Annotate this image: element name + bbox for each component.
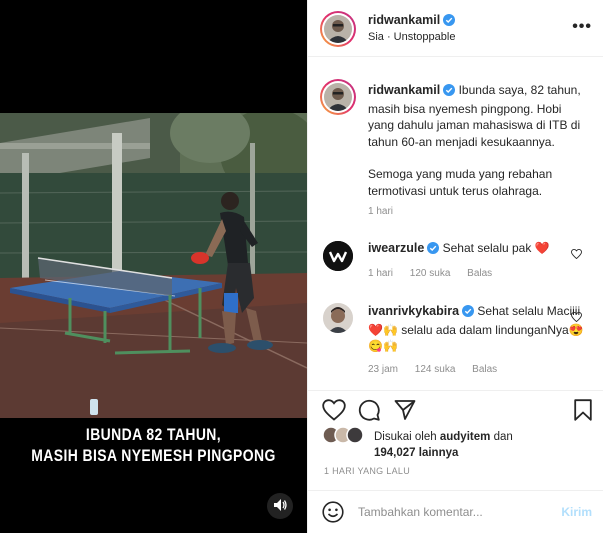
avatar: [324, 83, 352, 111]
caption-meta: 1 hari: [368, 206, 407, 217]
comment-meta: 23 jam 124 suka Balas: [368, 364, 511, 375]
likes-user[interactable]: audyitem: [440, 431, 491, 443]
comment-reply-button[interactable]: Balas: [472, 364, 497, 375]
paper-plane-icon[interactable]: [394, 399, 416, 424]
comments-list: ridwankamil Ibunda saya, 82 tahun, masih…: [308, 58, 603, 390]
verified-badge-icon: [427, 242, 440, 259]
comment-text-block: iwearzule Sehat selalu pak ❤️: [368, 240, 588, 259]
verified-badge-icon: [443, 84, 456, 101]
comment-icon[interactable]: [358, 399, 380, 424]
likes-summary: Disukai oleh audyitem dan 194,027 lainny…: [374, 429, 574, 461]
comment-avatar[interactable]: [323, 303, 353, 333]
likes-prefix: Disukai oleh: [374, 431, 437, 443]
audio-label[interactable]: Sia · Unstoppable: [368, 31, 455, 43]
comment-username[interactable]: iwearzule: [368, 241, 424, 255]
heart-icon[interactable]: [322, 399, 346, 424]
comment-input[interactable]: Tambahkan komentar...: [358, 505, 483, 519]
more-options-button[interactable]: •••: [572, 18, 592, 36]
post-header: ridwankamil Sia · Unstoppable •••: [308, 0, 603, 57]
verified-badge-icon: [462, 305, 475, 322]
story-ring[interactable]: [320, 11, 356, 47]
video-caption-line-2: MASIH BISA NYEMESH PINGPONG: [31, 446, 276, 465]
post-comment-button[interactable]: Kirim: [561, 505, 592, 519]
bookmark-icon[interactable]: [574, 399, 592, 424]
comment-like-heart-icon[interactable]: [571, 311, 582, 325]
caption-text-block: ridwankamil Ibunda saya, 82 tahun, masih…: [368, 82, 588, 199]
video-caption: IBUNDA 82 TAHUN, MASIH BISA NYEMESH PING…: [28, 424, 280, 466]
avatar: [324, 15, 352, 43]
video-frame: [0, 113, 307, 418]
caption-time[interactable]: 1 hari: [368, 206, 393, 217]
add-comment-bar: Tambahkan komentar... Kirim: [308, 490, 603, 533]
post-date[interactable]: 1 HARI YANG LALU: [324, 466, 410, 476]
comment-reply-button[interactable]: Balas: [467, 268, 492, 279]
comment-text-block: ivanrivkykabira Sehat selalu Maciiii❤️🙌 …: [368, 303, 588, 355]
comment-text: Sehat selalu pak ❤️: [442, 241, 550, 255]
instagram-post-modal: IBUNDA 82 TAHUN, MASIH BISA NYEMESH PING…: [0, 0, 603, 533]
comment-likes[interactable]: 124 suka: [415, 364, 456, 375]
comment-likes[interactable]: 120 suka: [410, 268, 451, 279]
comment-avatar[interactable]: [323, 241, 353, 271]
smiley-icon[interactable]: [322, 501, 344, 526]
header-username-row: ridwankamil: [368, 13, 456, 29]
comment-meta: 1 hari 120 suka Balas: [368, 268, 506, 279]
sound-toggle-button[interactable]: [267, 493, 293, 519]
caption-story-ring[interactable]: [320, 79, 356, 115]
comment-time[interactable]: 23 jam: [368, 364, 398, 375]
verified-badge-icon: [443, 14, 456, 29]
liked-by-avatars[interactable]: [322, 426, 370, 447]
likes-conj: dan: [493, 431, 513, 443]
comment-like-heart-icon[interactable]: [571, 248, 582, 262]
post-video[interactable]: IBUNDA 82 TAHUN, MASIH BISA NYEMESH PING…: [0, 0, 307, 533]
caption-username[interactable]: ridwankamil: [368, 83, 440, 97]
comment-username[interactable]: ivanrivkykabira: [368, 304, 459, 318]
comment-time[interactable]: 1 hari: [368, 268, 393, 279]
header-username[interactable]: ridwankamil: [368, 13, 440, 27]
post-side-panel: ridwankamil Sia · Unstoppable ••• ridwan…: [307, 0, 603, 533]
likes-count[interactable]: 194,027 lainnya: [374, 447, 458, 459]
speaker-icon: [273, 498, 287, 514]
video-caption-line-1: IBUNDA 82 TAHUN,: [85, 425, 222, 444]
caption-text-2: Semoga yang muda yang rebahan termotivas…: [368, 167, 553, 198]
